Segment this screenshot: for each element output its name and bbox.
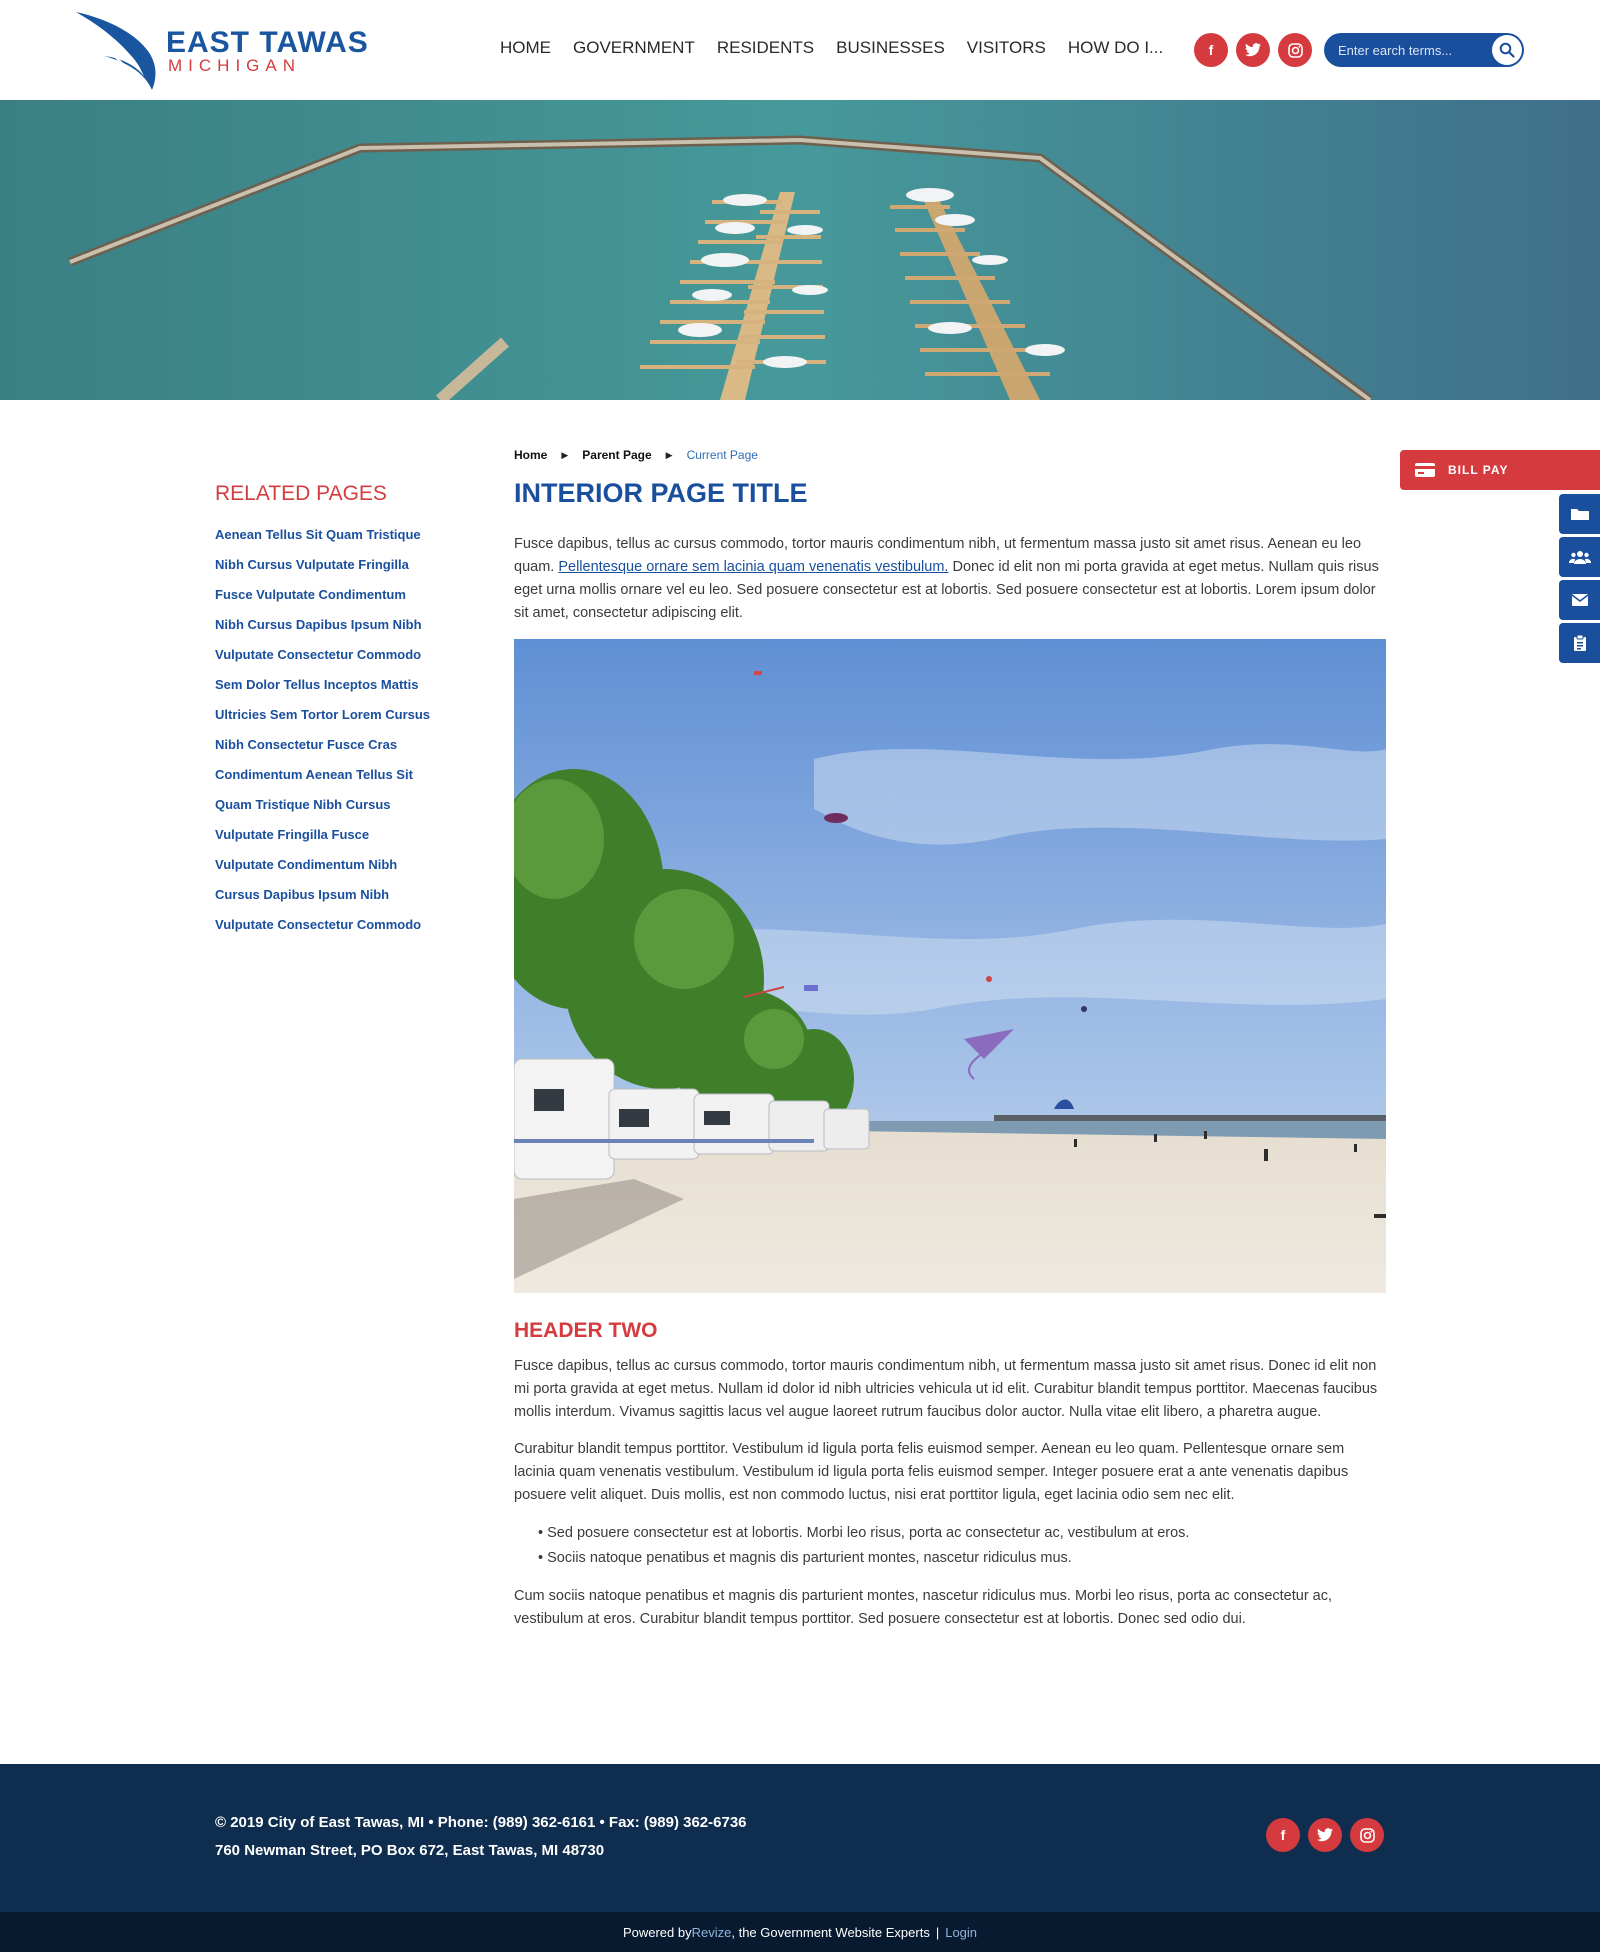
quick-link-envelope[interactable] [1559,580,1600,620]
sail-logo-icon [76,12,156,90]
twitter-icon[interactable] [1308,1818,1342,1852]
credit-card-icon [1415,463,1435,477]
header-two: HEADER TWO [514,1319,658,1342]
sidebar-link[interactable]: Vulputate Condimentum Nibh [215,850,475,880]
breadcrumb-parent[interactable]: Parent Page [582,448,651,462]
sidebar-link[interactable]: Sem Dolor Tellus Inceptos Mattis [215,670,475,700]
nav-how-do-i[interactable]: HOW DO I... [1068,38,1163,58]
sidebar-link[interactable]: Vulputate Fringilla Fusce [215,820,475,850]
search-input[interactable] [1338,40,1486,60]
nav-residents[interactable]: RESIDENTS [717,38,814,58]
footer-social-links: f [1266,1818,1384,1852]
beach-kites-photo [514,639,1386,1293]
sidebar-link[interactable]: Ultricies Sem Tortor Lorem Cursus [215,700,475,730]
hero-marina-image [0,100,1600,400]
related-pages-sidebar: RELATED PAGES Aenean Tellus Sit Quam Tri… [215,482,475,940]
powered-suffix: , the Government Website Experts [731,1924,930,1940]
footer-contact: © 2019 City of East Tawas, MI • Phone: (… [215,1814,747,1831]
site-header: EAST TAWAS MICHIGAN HOME GOVERNMENT RESI… [0,0,1600,100]
sidebar-link[interactable]: Quam Tristique Nibh Cursus [215,790,475,820]
nav-visitors[interactable]: VISITORS [967,38,1046,58]
bullet-item: Sed posuere consectetur est at lobortis.… [538,1521,1386,1546]
search-icon [1499,42,1515,58]
main-nav: HOME GOVERNMENT RESIDENTS BUSINESSES VIS… [500,38,1163,58]
related-pages-list: Aenean Tellus Sit Quam Tristique Nibh Cu… [215,520,475,940]
intro-link[interactable]: Pellentesque ornare sem lacinia quam ven… [558,559,948,575]
search-box [1324,33,1524,67]
sidebar-link[interactable]: Nibh Cursus Vulputate Fringilla [215,550,475,580]
sidebar-link[interactable]: Fusce Vulputate Condimentum [215,580,475,610]
sidebar-link[interactable]: Aenean Tellus Sit Quam Tristique [215,520,475,550]
sidebar-link[interactable]: Nibh Cursus Dapibus Ipsum Nibh [215,610,475,640]
body-paragraph: Cum sociis natoque penatibus et magnis d… [514,1588,1333,1627]
bullet-list: Sed posuere consectetur est at lobortis.… [538,1521,1386,1571]
footer-address: 760 Newman Street, PO Box 672, East Tawa… [215,1842,605,1859]
logo-subtitle: MICHIGAN [168,56,301,75]
powered-by-bar: Powered by Revize , the Government Websi… [0,1912,1600,1952]
sidebar-link[interactable]: Cursus Dapibus Ipsum Nibh [215,880,475,910]
beach-illustration [514,639,1386,1293]
powered-prefix: Powered by [622,1924,692,1940]
twitter-icon[interactable] [1236,33,1270,67]
nav-home[interactable]: HOME [500,38,551,58]
sidebar-link[interactable]: Vulputate Consectetur Commodo [215,640,475,670]
sidebar-link[interactable]: Vulputate Consectetur Commodo [215,910,475,940]
users-icon [1568,551,1591,564]
breadcrumb-current: Current Page [686,448,758,462]
search-button[interactable] [1492,35,1522,65]
instagram-icon[interactable] [1278,33,1312,67]
breadcrumb-arrow-icon: ▶ [665,449,673,460]
logo-title: EAST TAWAS [166,26,369,59]
bill-pay-label: BILL PAY [1448,463,1509,477]
page-title: INTERIOR PAGE TITLE [514,478,808,508]
body-paragraph: Fusce dapibus, tellus ac cursus commodo,… [514,1358,1378,1420]
site-logo[interactable]: EAST TAWAS MICHIGAN [74,10,384,92]
quick-link-folder[interactable] [1559,494,1600,534]
bill-pay-button[interactable]: BILL PAY [1400,450,1600,490]
instagram-icon[interactable] [1350,1818,1384,1852]
breadcrumb-arrow-icon: ▶ [561,449,569,460]
sidebar-title: RELATED PAGES [215,482,387,505]
nav-businesses[interactable]: BUSINESSES [836,38,945,58]
facebook-icon[interactable]: f [1266,1818,1300,1852]
login-link[interactable]: Login [945,1925,977,1940]
quick-link-clipboard[interactable] [1559,623,1600,663]
sidebar-link[interactable]: Nibh Consectetur Fusce Cras [215,730,475,760]
revize-link[interactable]: Revize [692,1925,732,1940]
header-social-links: f [1194,33,1312,67]
folder-icon [1570,509,1589,520]
intro-paragraph: Fusce dapibus, tellus ac cursus commodo,… [514,533,1386,625]
breadcrumb: Home ▶ Parent Page ▶ Current Page [514,448,758,462]
bullet-item: Sociis natoque penatibus et magnis dis p… [538,1546,1386,1571]
clipboard-icon [1573,634,1586,651]
powered-separator: | [935,1924,940,1940]
nav-government[interactable]: GOVERNMENT [573,38,695,58]
site-footer: © 2019 City of East Tawas, MI • Phone: (… [0,1764,1600,1912]
body-paragraph: Curabitur blandit tempus porttitor. Vest… [514,1441,1349,1503]
sidebar-link[interactable]: Condimentum Aenean Tellus Sit [215,760,475,790]
quick-link-users[interactable] [1559,537,1600,577]
marina-illustration [0,100,1600,400]
breadcrumb-home[interactable]: Home [514,448,547,462]
main-content: INTERIOR PAGE TITLE Fusce dapibus, tellu… [514,478,1386,1645]
envelope-icon [1571,594,1588,606]
facebook-icon[interactable]: f [1194,33,1228,67]
